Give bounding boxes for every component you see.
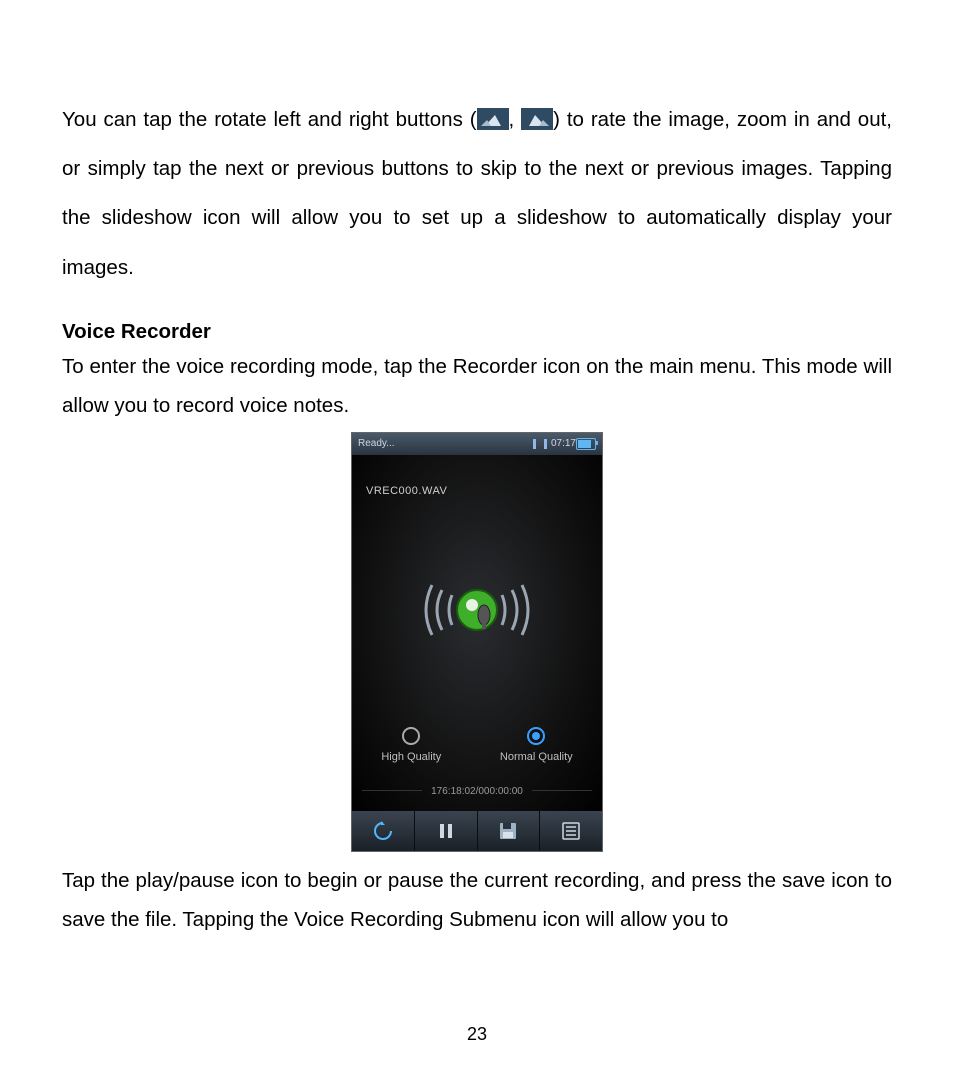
radio-on-icon [527,727,545,745]
quality-normal[interactable]: Normal Quality [500,727,573,763]
recorder-screenshot: Ready... 07:17 VREC000.WAV [351,432,603,852]
text-fragment: tap the rotate left and right buttons ( [143,108,476,131]
status-bar: Ready... 07:17 [352,433,602,455]
text-fragment: ) to rate the image, zoom in and out, or… [62,108,892,279]
paragraph-image-viewer: You can tap the rotate left and right bu… [62,95,892,292]
recorder-body: VREC000.WAV [352,455,602,811]
rotate-left-icon [477,108,509,130]
quality-high[interactable]: High Quality [381,727,441,763]
paragraph-recorder-controls: Tap the play/pause icon to begin or paus… [62,862,892,940]
text-fragment: , [509,108,522,131]
screenshot-wrapper: Ready... 07:17 VREC000.WAV [62,432,892,852]
recorder-graphic [352,565,602,655]
submenu-button[interactable] [540,811,602,851]
save-button[interactable] [478,811,541,851]
document-page: You can tap the rotate left and right bu… [0,0,954,1075]
status-right [576,438,596,450]
back-button[interactable] [352,811,415,851]
page-number: 23 [0,1024,954,1045]
paragraph-voice-recorder-intro: To enter the voice recording mode, tap t… [62,348,892,426]
recording-filename: VREC000.WAV [366,485,447,497]
status-text: Ready... [358,438,533,449]
battery-icon [576,438,596,450]
recorder-toolbar [352,811,602,851]
play-pause-button[interactable] [415,811,478,851]
text-fragment: You can [62,108,143,131]
rotate-right-icon [521,108,553,130]
quality-options: High Quality Normal Quality [352,727,602,763]
quality-high-label: High Quality [381,751,441,763]
quality-normal-label: Normal Quality [500,751,573,763]
recording-time-value: 176:18:02/000:00:00 [431,786,523,797]
status-center: 07:17 [533,438,576,449]
status-pause-icon [533,439,547,449]
status-time: 07:17 [551,438,576,449]
radio-off-icon [402,727,420,745]
recording-time: 176:18:02/000:00:00 [352,786,602,797]
section-heading: Voice Recorder [62,320,892,344]
